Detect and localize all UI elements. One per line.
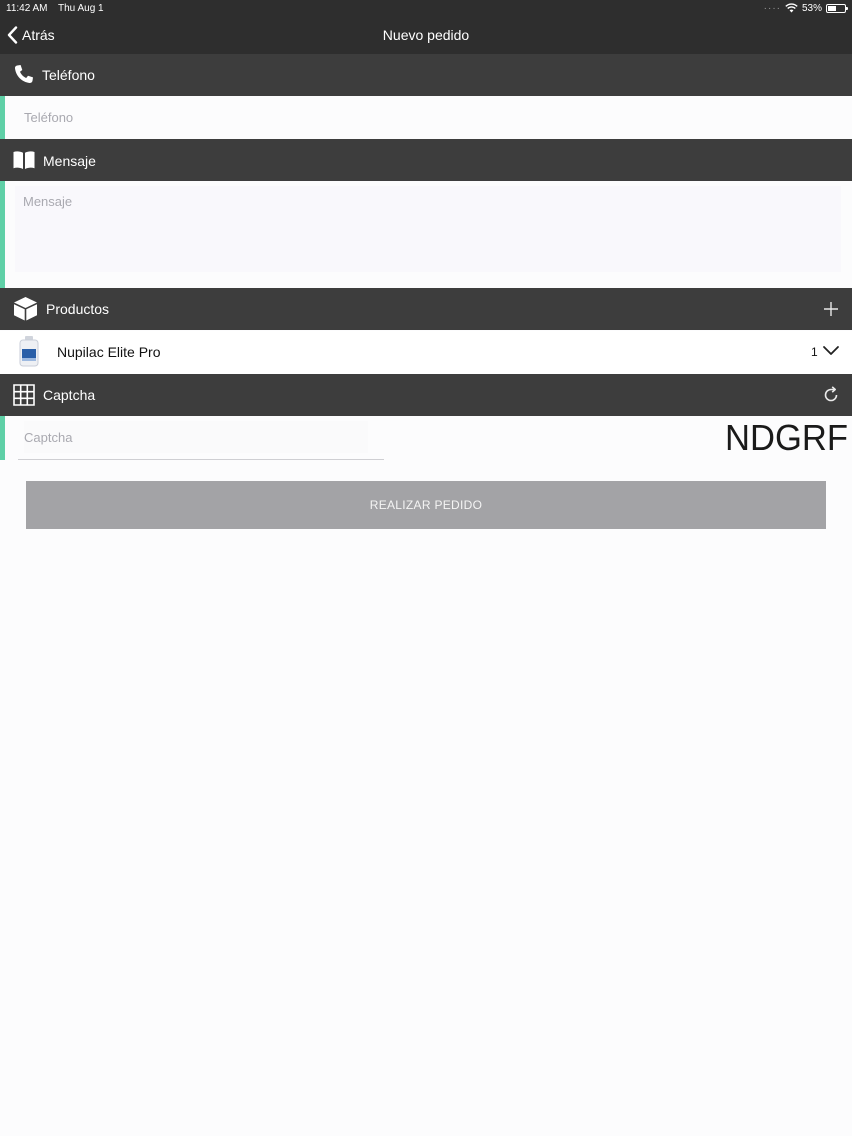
- submit-order-button[interactable]: REALIZAR PEDIDO: [26, 481, 826, 529]
- phone-field-accent: [0, 96, 5, 139]
- status-time: 11:42 AM: [6, 3, 48, 14]
- status-date: Thu Aug 1: [58, 3, 104, 14]
- message-section-header: Mensaje: [0, 139, 852, 181]
- phone-section-title: Teléfono: [42, 67, 95, 83]
- top-bar: 11:42 AM Thu Aug 1 ···· 53% Atrás Nuevo …: [0, 0, 852, 54]
- captcha-section-title: Captcha: [43, 387, 96, 403]
- box-icon: [14, 297, 37, 321]
- plus-icon[interactable]: [822, 300, 840, 318]
- battery-icon: [826, 3, 848, 13]
- message-textarea[interactable]: [15, 186, 841, 272]
- captcha-field-accent: [0, 416, 5, 460]
- refresh-icon[interactable]: [822, 386, 840, 404]
- product-name: Nupilac Elite Pro: [57, 344, 161, 360]
- captcha-image: NDGRF: [725, 418, 848, 456]
- wifi-icon: [785, 3, 798, 13]
- product-quantity: 1: [811, 345, 818, 359]
- battery-percent: 53%: [801, 2, 822, 14]
- captcha-underline: [18, 459, 384, 460]
- captcha-code: NDGRF: [725, 418, 848, 456]
- status-indicators: ···· 53%: [763, 2, 848, 14]
- phone-icon: [14, 65, 33, 84]
- phone-input[interactable]: [24, 100, 828, 134]
- product-thumbnail: [19, 336, 39, 367]
- chevron-down-icon[interactable]: [822, 345, 840, 357]
- message-section-title: Mensaje: [43, 153, 96, 169]
- book-icon: [13, 151, 35, 169]
- phone-section-header: Teléfono: [0, 54, 852, 96]
- battery-level: [828, 5, 836, 11]
- products-section-header: Productos: [0, 288, 852, 330]
- captcha-input[interactable]: [24, 421, 368, 453]
- captcha-section-header: Captcha: [0, 374, 852, 416]
- signal-icon: ····: [763, 2, 781, 14]
- grid-icon: [13, 384, 35, 406]
- message-field-accent: [0, 181, 5, 288]
- page-title: Nuevo pedido: [382, 27, 470, 43]
- products-section-title: Productos: [46, 301, 110, 317]
